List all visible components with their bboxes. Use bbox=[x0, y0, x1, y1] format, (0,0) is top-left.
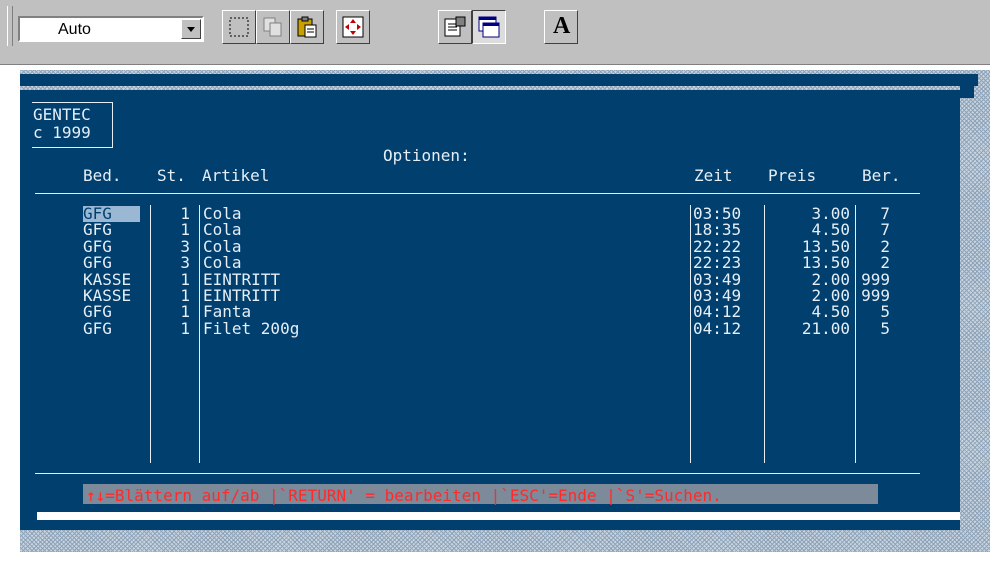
paste-button[interactable] bbox=[290, 10, 324, 44]
cell-preis: 4.50 bbox=[811, 302, 850, 322]
console-top-strip bbox=[20, 74, 978, 86]
cell-st: 1 bbox=[180, 220, 190, 240]
cell-ber: 5 bbox=[880, 302, 890, 322]
brand-box-bottom bbox=[32, 147, 113, 148]
header-preis: Preis bbox=[768, 166, 817, 185]
font-size-value: Auto bbox=[58, 21, 91, 38]
status-text: ↑↓=Blättern auf/ab |`RETURN' = bearbeite… bbox=[86, 486, 722, 505]
brand-box-right bbox=[112, 102, 113, 148]
header-zeit: Zeit bbox=[694, 166, 733, 185]
paste-icon bbox=[297, 16, 317, 38]
chevron-down-icon[interactable] bbox=[181, 19, 201, 39]
cell-bed: GFG bbox=[83, 253, 112, 273]
cell-zeit: 04:12 bbox=[693, 302, 742, 322]
table-row[interactable]: GFG 1 Filet 200g 04:12 21.00 5 bbox=[0, 318, 990, 338]
cell-bed: GFG bbox=[83, 220, 112, 240]
console-corner bbox=[960, 74, 974, 98]
console-footer-gap bbox=[37, 512, 960, 520]
cell-preis: 21.00 bbox=[801, 318, 850, 338]
table-bottom-border bbox=[35, 473, 920, 474]
fullscreen-icon bbox=[342, 16, 364, 38]
cell-bed: GFG bbox=[83, 302, 112, 322]
background-icon bbox=[478, 16, 500, 38]
font-button[interactable]: A bbox=[544, 10, 578, 44]
cell-artikel: Cola bbox=[203, 253, 242, 273]
cell-st: 3 bbox=[180, 253, 190, 273]
table-top-border bbox=[35, 193, 920, 194]
background-button[interactable] bbox=[472, 10, 506, 44]
font-size-select[interactable]: Auto bbox=[18, 16, 204, 42]
brand-line-2: c 1999 bbox=[33, 123, 91, 142]
properties-icon bbox=[444, 16, 466, 37]
cell-bed: GFG bbox=[83, 318, 112, 338]
fullscreen-button[interactable] bbox=[336, 10, 370, 44]
table-row[interactable]: GFG 1 Fanta 04:12 4.50 5 bbox=[0, 304, 990, 320]
table-row[interactable]: GFG 1 Cola 18:35 4.50 7 bbox=[0, 222, 990, 238]
page-title: Optionen: bbox=[383, 146, 470, 165]
header-artikel: Artikel bbox=[202, 166, 270, 185]
header-bed: Bed. bbox=[83, 166, 122, 185]
cell-zeit: 04:12 bbox=[693, 318, 742, 338]
cell-artikel: Cola bbox=[203, 220, 242, 240]
brand-line-1: GENTEC bbox=[33, 105, 91, 124]
mark-icon bbox=[229, 17, 249, 37]
header-ber: Ber. bbox=[862, 166, 901, 185]
cell-st: 1 bbox=[180, 318, 190, 338]
cell-preis: 13.50 bbox=[801, 253, 850, 273]
cell-artikel: Filet 200g bbox=[203, 318, 300, 338]
table-row[interactable]: GFG 3 Cola 22:23 13.50 2 bbox=[0, 255, 990, 271]
header-st: St. bbox=[157, 166, 186, 185]
font-icon: A bbox=[553, 13, 571, 39]
toolbar: Auto A bbox=[0, 0, 990, 65]
cell-zeit: 22:23 bbox=[693, 253, 742, 273]
cell-zeit: 18:35 bbox=[693, 220, 742, 240]
copy-icon bbox=[263, 17, 282, 37]
cell-artikel: Fanta bbox=[203, 302, 252, 322]
cell-preis: 4.50 bbox=[811, 220, 850, 240]
brand-box-top bbox=[32, 102, 113, 103]
cell-ber: 2 bbox=[880, 253, 890, 273]
cell-st: 1 bbox=[180, 302, 190, 322]
copy-button[interactable] bbox=[256, 10, 290, 44]
cell-ber: 5 bbox=[880, 318, 890, 338]
mark-button[interactable] bbox=[222, 10, 256, 44]
console-bottom-border bbox=[20, 530, 990, 552]
properties-button[interactable] bbox=[438, 10, 472, 44]
toolbar-grip[interactable] bbox=[7, 6, 13, 46]
cell-ber: 7 bbox=[880, 220, 890, 240]
